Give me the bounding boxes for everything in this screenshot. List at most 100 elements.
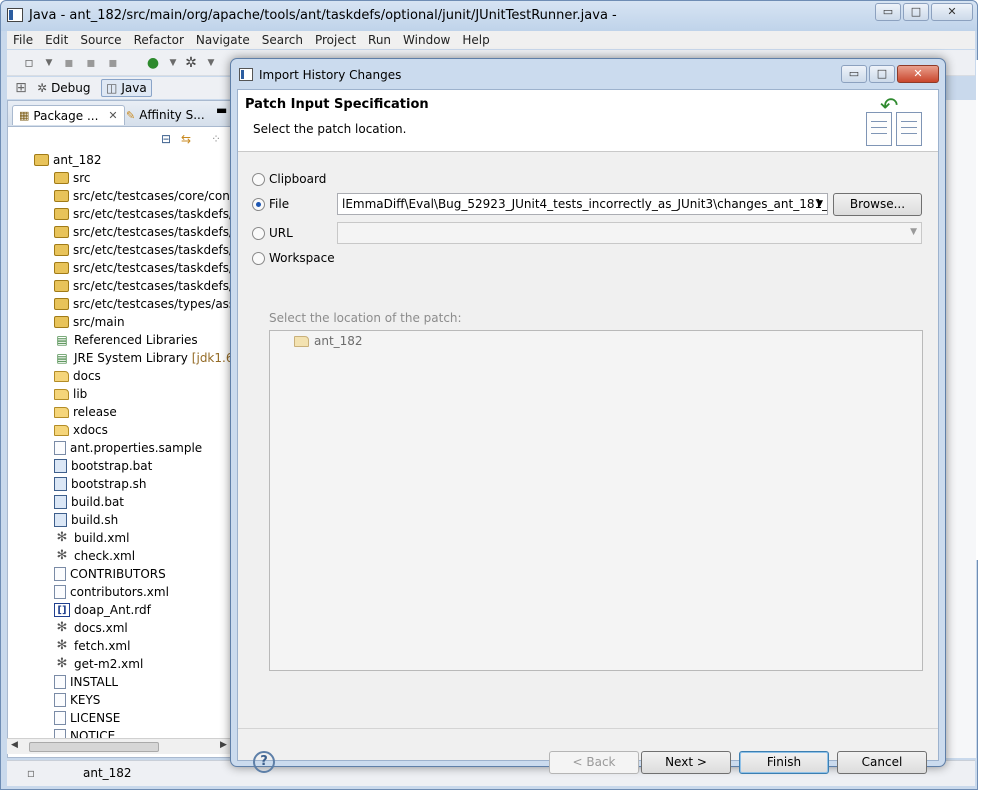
tree-item[interactable]: ✻ get-m2.xml xyxy=(54,655,144,673)
tree-item[interactable]: src/etc/testcases/taskdefs/op xyxy=(54,241,231,259)
tree-item[interactable]: ant.properties.sample xyxy=(54,439,202,457)
debug-bug-icon[interactable]: ✲ xyxy=(183,55,199,71)
tree-item[interactable]: src/etc/testcases/taskdefs/ma xyxy=(54,205,231,223)
tree-item[interactable]: src/etc/testcases/taskdefs/rm xyxy=(54,277,231,295)
cancel-button[interactable]: Cancel xyxy=(837,751,927,774)
dropdown-arrow-icon[interactable]: ▼ xyxy=(41,55,57,71)
menu-file[interactable]: File xyxy=(7,33,39,47)
link-with-editor-icon[interactable]: ⇆ xyxy=(178,131,194,147)
browse-button[interactable]: Browse... xyxy=(833,193,922,216)
url-radio[interactable] xyxy=(252,226,265,240)
tree-item[interactable]: ▤ Referenced Libraries xyxy=(54,331,197,349)
tree-item-label: fetch.xml xyxy=(74,639,131,653)
tree-item[interactable]: ▤ JRE System Library[jdk1.6.0_2 xyxy=(54,349,231,367)
tree-item[interactable]: xdocs xyxy=(54,421,108,439)
dialog-close-button[interactable]: ✕ xyxy=(897,65,939,83)
tree-item[interactable]: [] doap_Ant.rdf xyxy=(54,601,151,619)
new-fast-view-icon[interactable]: ▫ xyxy=(23,765,39,781)
dialog-title: Import History Changes xyxy=(259,68,402,82)
tree-item[interactable]: src/etc/testcases/taskdefs/op xyxy=(54,223,231,241)
url-combo[interactable]: ▼ xyxy=(337,222,922,244)
tree-item[interactable]: KEYS xyxy=(54,691,100,709)
tree-item[interactable]: src xyxy=(54,169,91,187)
package-folder-icon xyxy=(54,208,69,220)
tree-item[interactable]: ✻ docs.xml xyxy=(54,619,128,637)
tree-node-project[interactable]: ant_182 xyxy=(294,334,363,348)
scroll-left-icon[interactable]: ◀ xyxy=(11,740,18,750)
tree-item[interactable]: build.bat xyxy=(54,493,124,511)
tree-item[interactable]: release xyxy=(54,403,117,421)
tab-affinity[interactable]: ✎ Affinity S... xyxy=(120,105,211,125)
run-icon[interactable]: ● xyxy=(145,55,161,71)
menu-refactor[interactable]: Refactor xyxy=(128,33,190,47)
tree-item[interactable]: INSTALL xyxy=(54,673,118,691)
file-radio[interactable] xyxy=(252,197,265,211)
dialog-minimize-button[interactable]: ▭ xyxy=(841,65,867,83)
menu-run[interactable]: Run xyxy=(362,33,397,47)
tree-item[interactable]: bootstrap.bat xyxy=(54,457,152,475)
save-icon[interactable]: ▪ xyxy=(61,55,77,71)
tree-item[interactable]: src/etc/testcases/core/contai xyxy=(54,187,231,205)
next-button[interactable]: Next > xyxy=(641,751,731,774)
menu-search[interactable]: Search xyxy=(256,33,309,47)
tab-package-explorer[interactable]: ▦ Package ... ✕ xyxy=(12,105,125,125)
tree-item[interactable]: contributors.xml xyxy=(54,583,169,601)
print-icon[interactable]: ▪ xyxy=(105,55,121,71)
open-perspective-icon[interactable]: ⊞ xyxy=(13,80,29,96)
new-icon[interactable]: ▫ xyxy=(21,55,37,71)
horizontal-scrollbar[interactable]: ◀ ▶ xyxy=(7,738,232,754)
tree-item[interactable]: lib xyxy=(54,385,87,403)
menu-project[interactable]: Project xyxy=(309,33,362,47)
scrollbar-thumb[interactable] xyxy=(29,742,159,752)
tree-item[interactable]: ant_182 xyxy=(34,151,102,169)
minimize-button[interactable]: ▭ xyxy=(875,3,901,21)
finish-button[interactable]: Finish xyxy=(739,751,829,774)
tree-item[interactable]: src/etc/testcases/taskdefs/op xyxy=(54,259,231,277)
workspace-radio[interactable] xyxy=(252,251,265,265)
back-button[interactable]: < Back xyxy=(549,751,639,774)
collapse-all-icon[interactable]: ⊟ xyxy=(158,131,174,147)
option-file[interactable]: File xyxy=(252,197,289,211)
close-button[interactable]: ✕ xyxy=(931,3,973,21)
help-icon[interactable]: ? xyxy=(253,751,275,773)
menu-source[interactable]: Source xyxy=(74,33,127,47)
view-menu-icon[interactable]: ⁘ xyxy=(208,131,224,147)
workspace-tree[interactable]: ant_182 xyxy=(269,330,923,671)
tree-item[interactable]: src/etc/testcases/types/assert xyxy=(54,295,231,313)
dropdown-arrow-icon[interactable]: ▼ xyxy=(165,55,181,71)
option-workspace[interactable]: Workspace xyxy=(252,251,335,265)
dropdown-arrow-icon[interactable]: ▼ xyxy=(203,55,219,71)
tree-item[interactable]: CONTRIBUTORS xyxy=(54,565,166,583)
minimize-view-icon[interactable]: ▬ xyxy=(216,103,227,117)
package-folder-icon xyxy=(54,298,69,310)
dialog-maximize-button[interactable]: □ xyxy=(869,65,895,83)
file-path-combo[interactable]: lEmmaDiff\Eval\Bug_52923_JUnit4_tests_in… xyxy=(337,193,828,215)
chevron-down-icon[interactable]: ▼ xyxy=(910,227,917,237)
save-all-icon[interactable]: ▪ xyxy=(83,55,99,71)
perspective-java[interactable]: ◫ Java xyxy=(101,79,152,97)
document-icon xyxy=(896,112,922,146)
dialog-title-bar: Import History Changes ▭ □ ✕ xyxy=(239,65,941,87)
tree-item[interactable]: build.sh xyxy=(54,511,118,529)
close-icon[interactable]: ✕ xyxy=(108,109,117,122)
package-folder-icon xyxy=(54,226,69,238)
tree-item[interactable]: docs xyxy=(54,367,101,385)
menu-navigate[interactable]: Navigate xyxy=(190,33,256,47)
ant-xml-icon: ✻ xyxy=(56,638,68,653)
perspective-debug[interactable]: ✲ Debug xyxy=(37,79,91,97)
menu-window[interactable]: Window xyxy=(397,33,456,47)
scroll-right-icon[interactable]: ▶ xyxy=(220,740,227,750)
tree-item[interactable]: ✻ fetch.xml xyxy=(54,637,131,655)
tree-item[interactable]: ✻ check.xml xyxy=(54,547,136,565)
option-clipboard[interactable]: Clipboard xyxy=(252,172,326,186)
menu-help[interactable]: Help xyxy=(456,33,495,47)
tree-item[interactable]: src/main xyxy=(54,313,125,331)
tree-item[interactable]: LICENSE xyxy=(54,709,120,727)
chevron-down-icon[interactable]: ▼ xyxy=(816,194,823,214)
clipboard-radio[interactable] xyxy=(252,172,265,186)
maximize-button[interactable]: □ xyxy=(903,3,929,21)
menu-edit[interactable]: Edit xyxy=(39,33,74,47)
option-url[interactable]: URL xyxy=(252,226,293,240)
tree-item[interactable]: bootstrap.sh xyxy=(54,475,147,493)
tree-item[interactable]: ✻ build.xml xyxy=(54,529,130,547)
